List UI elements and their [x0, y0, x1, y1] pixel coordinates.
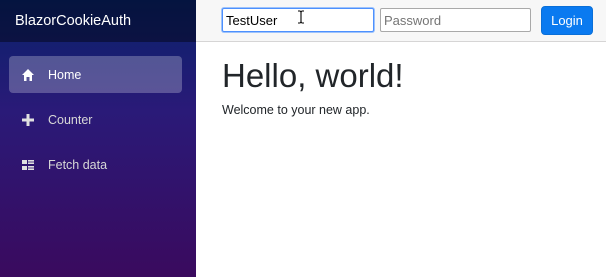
nav-item-label: Home [48, 67, 82, 82]
nav-item-label: Counter [48, 112, 93, 127]
login-button[interactable]: Login [541, 6, 593, 35]
welcome-text: Welcome to your new app. [222, 103, 370, 117]
nav-item-label: Fetch data [48, 157, 108, 172]
sidebar: BlazorCookieAuth Home Counter Fetch data [0, 0, 196, 277]
app-root: BlazorCookieAuth Home Counter Fetch data… [0, 0, 606, 277]
main-content: Hello, world! Welcome to your new app. [222, 56, 592, 117]
home-icon [21, 68, 35, 82]
plus-icon [21, 113, 35, 127]
text-cursor-icon [297, 10, 305, 24]
top-row: Login [196, 0, 606, 42]
list-rich-icon [21, 158, 35, 172]
nav-menu: Home Counter Fetch data [0, 42, 196, 183]
nav-item-counter[interactable]: Counter [9, 101, 182, 138]
nav-item-home[interactable]: Home [9, 56, 182, 93]
password-input[interactable] [380, 8, 531, 32]
nav-item-fetch-data[interactable]: Fetch data [9, 146, 182, 183]
page-heading: Hello, world! [222, 57, 404, 94]
brand-bar: BlazorCookieAuth [0, 0, 196, 42]
brand-link[interactable]: BlazorCookieAuth [15, 13, 131, 29]
